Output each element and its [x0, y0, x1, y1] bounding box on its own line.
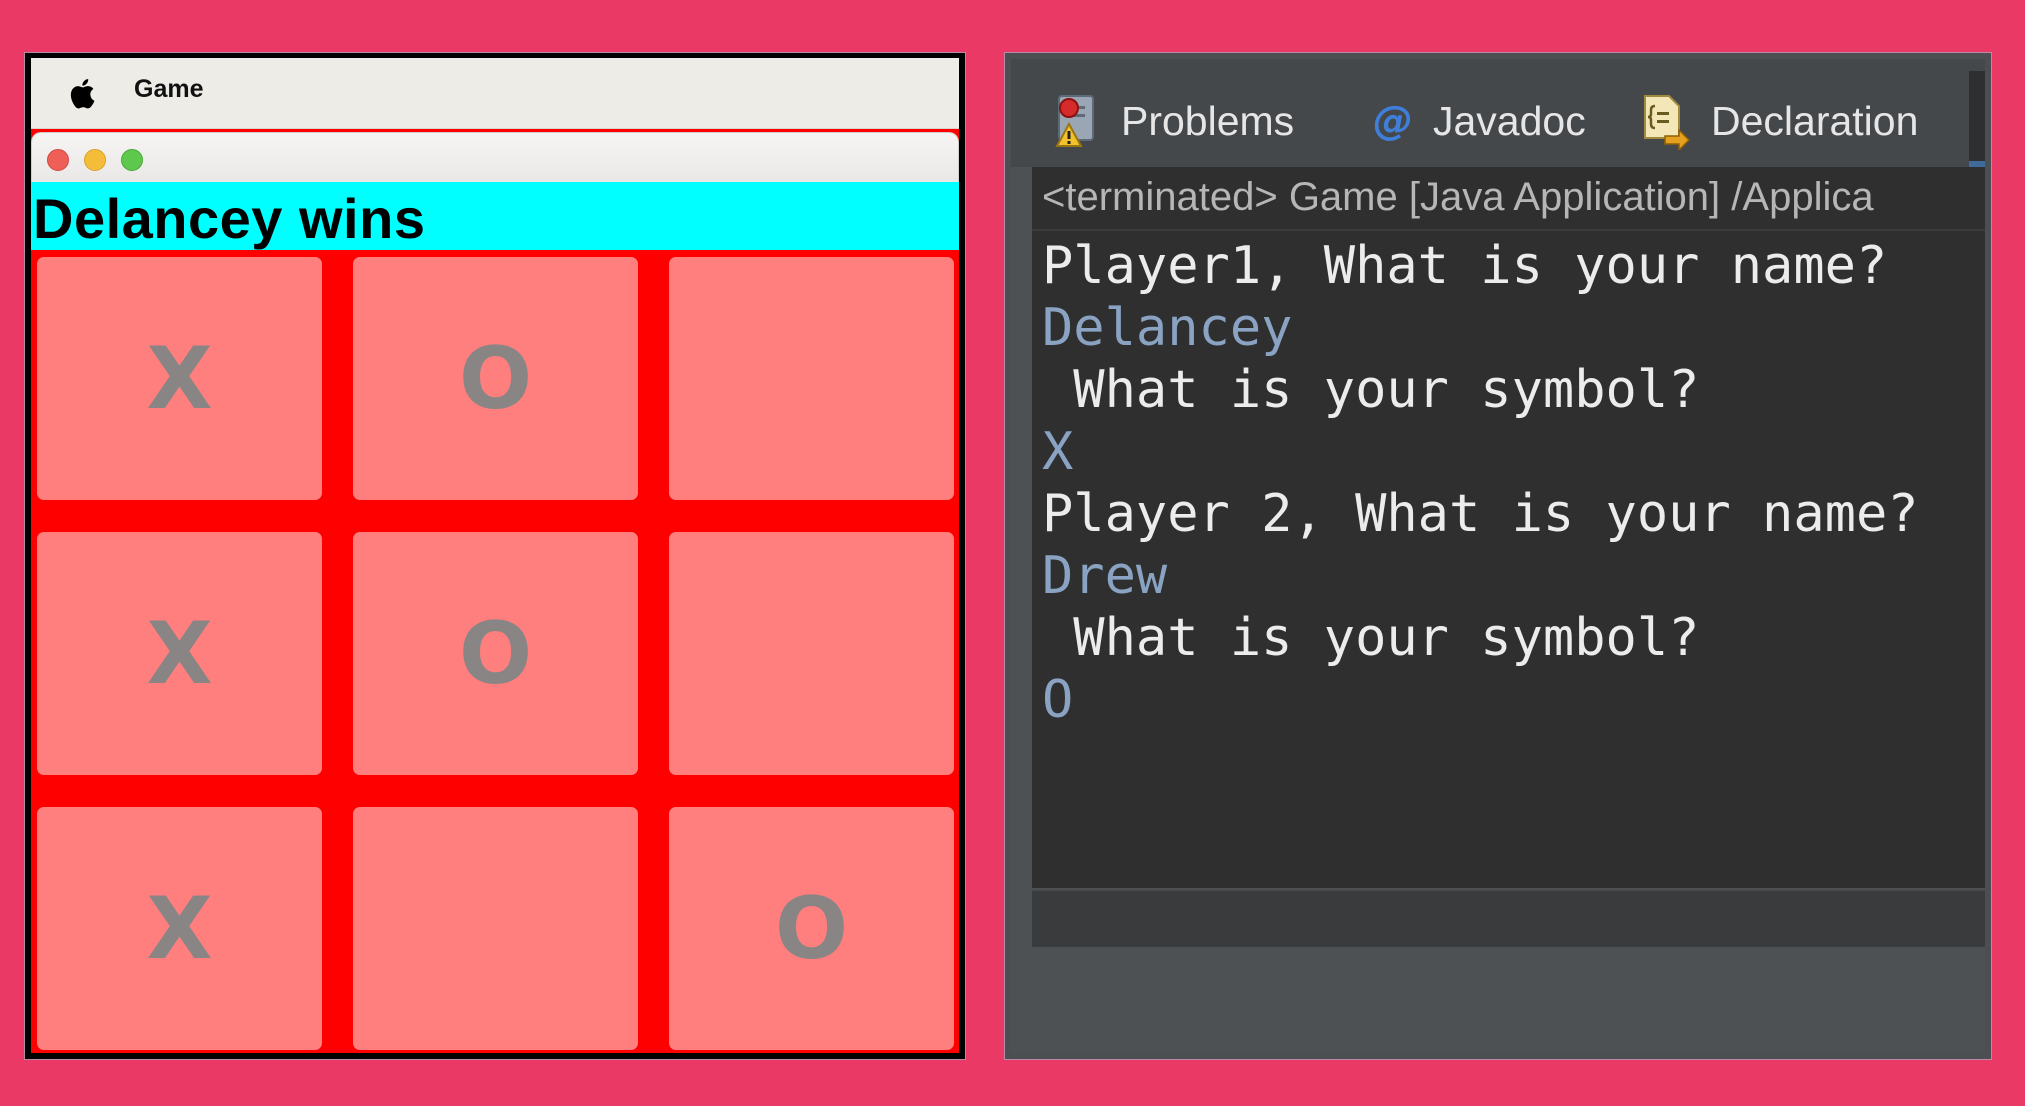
- menu-bar: Game: [31, 58, 959, 129]
- menu-item-game[interactable]: Game: [134, 75, 203, 104]
- game-window-content: Game Delancey wins X O X O X O: [31, 58, 959, 1053]
- console-output-line: Player1, What is your name?: [1042, 236, 1888, 296]
- board-cell-r3c1[interactable]: X: [37, 807, 322, 1050]
- tab-overflow-area: [1969, 71, 1985, 167]
- console-input-line: X: [1042, 422, 1074, 482]
- eclipse-console-window: Problems @ Javadoc Declaration <terminat…: [1004, 52, 1992, 1060]
- console-input-line: Delancey: [1042, 298, 1293, 358]
- game-status-bar: Delancey wins: [31, 182, 959, 250]
- console-lines: Player1, What is your name? Delancey What…: [1042, 235, 1985, 731]
- board-cell-r2c3[interactable]: [669, 532, 954, 775]
- board-cell-r3c2[interactable]: [353, 807, 638, 1050]
- console-output-area[interactable]: <terminated> Game [Java Application] /Ap…: [1032, 167, 1985, 888]
- tic-tac-toe-board: X O X O X O: [31, 250, 959, 1053]
- tab-declaration[interactable]: Declaration: [1639, 89, 1918, 153]
- problems-icon: [1055, 95, 1094, 147]
- board-cell-r2c1[interactable]: X: [37, 532, 322, 775]
- console-input-line: Drew: [1042, 546, 1168, 606]
- board-cell-r1c3[interactable]: [669, 257, 954, 500]
- console-output-line: What is your symbol?: [1042, 608, 1700, 668]
- console-input-line: O: [1042, 670, 1074, 730]
- tab-javadoc-label: Javadoc: [1433, 97, 1586, 144]
- console-horizontal-scrollbar[interactable]: [1032, 889, 1985, 947]
- console-header: <terminated> Game [Java Application] /Ap…: [1032, 167, 1985, 231]
- console-process-label: <terminated> Game [Java Application] /Ap…: [1042, 175, 1874, 219]
- view-tab-bar: Problems @ Javadoc Declaration: [1011, 59, 1985, 169]
- console-window-content: Problems @ Javadoc Declaration <terminat…: [1011, 59, 1985, 1053]
- javadoc-at-icon: @: [1373, 98, 1413, 144]
- board-cell-r1c1[interactable]: X: [37, 257, 322, 500]
- board-cell-r1c2[interactable]: O: [353, 257, 638, 500]
- apple-logo-icon[interactable]: [69, 78, 95, 109]
- board-cell-r3c3[interactable]: O: [669, 807, 954, 1050]
- declaration-icon: [1644, 95, 1691, 150]
- window-titlebar[interactable]: [31, 132, 959, 182]
- minimize-window-button[interactable]: [84, 149, 106, 171]
- console-output-line: Player 2, What is your name?: [1042, 484, 1919, 544]
- close-window-button[interactable]: [47, 149, 69, 171]
- tab-javadoc[interactable]: @ Javadoc: [1373, 89, 1586, 153]
- tab-problems-label: Problems: [1121, 97, 1295, 144]
- maximize-window-button[interactable]: [121, 149, 143, 171]
- board-cell-r2c2[interactable]: O: [353, 532, 638, 775]
- tab-declaration-label: Declaration: [1711, 97, 1919, 144]
- winner-status-text: Delancey wins: [33, 187, 426, 250]
- tab-problems[interactable]: Problems: [1045, 89, 1294, 153]
- console-output-line: What is your symbol?: [1042, 360, 1700, 420]
- game-window: Game Delancey wins X O X O X O: [24, 52, 966, 1060]
